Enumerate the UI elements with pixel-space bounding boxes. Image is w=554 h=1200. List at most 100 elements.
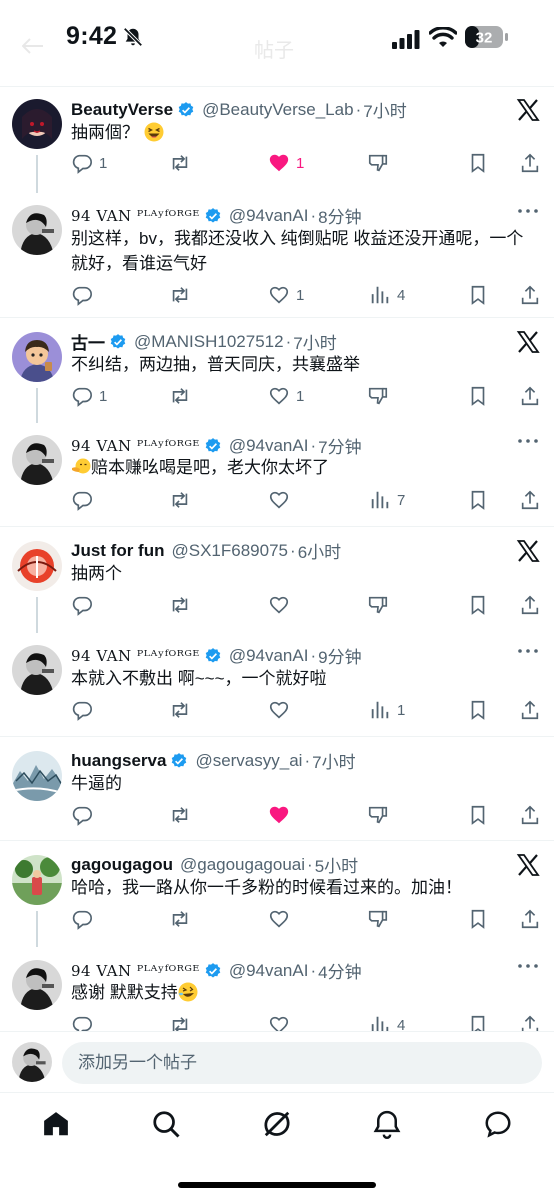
reply-button[interactable]: 1 [71,150,107,176]
reply-item[interactable]: Just for fun @SX1F689075 · 6小时 抽两个 [0,527,554,633]
reply-button[interactable] [71,906,99,932]
more-icon[interactable] [516,207,540,215]
dislike-button[interactable] [367,383,389,409]
views-button[interactable]: 4 [369,282,405,308]
display-name[interactable]: 94 VAN ᴾᴸᴬʸᶠᴼᴿᴳᴱ [71,647,200,665]
bookmark-button[interactable] [467,150,489,176]
bookmark-button[interactable] [467,697,489,723]
bookmark-button[interactable] [467,906,489,932]
reply-item[interactable]: 94 VAN ᴾᴸᴬʸᶠᴼᴿᴳᴱ @94vanAI · 9分钟 本就入不敷出 啊~~… [0,631,554,736]
handle[interactable]: @MANISH1027512 [134,332,284,352]
retweet-button[interactable] [169,906,197,932]
display-name[interactable]: 94 VAN ᴾᴸᴬʸᶠᴼᴿᴳᴱ [71,962,200,980]
share-button[interactable] [519,150,541,176]
retweet-button[interactable] [169,487,197,513]
like-button[interactable] [268,1012,296,1031]
like-button[interactable]: 1 [268,150,304,176]
reply-item[interactable]: 94 VAN ᴾᴸᴬʸᶠᴼᴿᴳᴱ @94vanAI · 7分钟 赔本赚吆喝是吧，老大… [0,421,554,526]
display-name[interactable]: BeautyVerse [71,100,173,120]
avatar[interactable] [12,855,62,905]
timestamp[interactable]: 5小时 [315,852,358,877]
my-avatar[interactable] [12,1042,52,1082]
timestamp[interactable]: 7小时 [363,97,406,122]
retweet-button[interactable] [169,592,197,618]
timestamp[interactable]: 6小时 [298,538,341,563]
more-icon[interactable] [516,962,540,970]
share-button[interactable] [519,1012,541,1031]
reply-item[interactable]: 94 VAN ᴾᴸᴬʸᶠᴼᴿᴳᴱ @94vanAI · 8分钟 别这样，bv，我都还… [0,191,554,317]
more-icon[interactable] [516,437,540,445]
back-arrow-icon[interactable] [22,38,44,54]
views-button[interactable]: 1 [369,697,405,723]
share-button[interactable] [519,282,541,308]
search-icon[interactable] [151,1109,181,1139]
dislike-button[interactable] [367,906,389,932]
handle[interactable]: @BeautyVerse_Lab [202,100,353,120]
retweet-button[interactable] [169,150,197,176]
grok-icon[interactable] [262,1109,292,1139]
reply-item[interactable]: 古一 @MANISH1027512 · 7小时 不纠结，两边抽，普天同庆，共襄盛举 … [0,318,554,423]
reply-button[interactable] [71,592,99,618]
dislike-button[interactable] [367,150,389,176]
bookmark-button[interactable] [467,383,489,409]
timestamp[interactable]: 8分钟 [318,203,361,228]
avatar[interactable] [12,645,62,695]
avatar[interactable] [12,205,62,255]
like-button[interactable] [268,487,296,513]
like-button[interactable] [268,697,296,723]
display-name[interactable]: gagougagou [71,855,173,875]
retweet-button[interactable] [169,282,197,308]
share-button[interactable] [519,592,541,618]
like-button[interactable] [268,906,296,932]
like-button[interactable]: 1 [268,383,304,409]
reply-button[interactable] [71,697,99,723]
avatar[interactable] [12,435,62,485]
reply-button[interactable] [71,1012,99,1031]
share-button[interactable] [519,383,541,409]
handle[interactable]: @servasyy_ai [195,751,302,771]
bookmark-button[interactable] [467,592,489,618]
reply-button[interactable] [71,282,99,308]
reply-item[interactable]: BeautyVerse @BeautyVerse_Lab · 7小时 抽兩個？ 1 … [0,87,554,193]
timestamp[interactable]: 7小时 [293,329,336,354]
avatar[interactable] [12,751,62,801]
retweet-button[interactable] [169,1012,197,1031]
notifications-icon[interactable] [372,1109,402,1139]
display-name[interactable]: Just for fun [71,541,165,561]
views-button[interactable]: 7 [369,487,405,513]
display-name[interactable]: huangserva [71,751,166,771]
views-button[interactable]: 4 [369,1012,405,1031]
handle[interactable]: @94vanAI [229,961,309,981]
reply-item[interactable]: 94 VAN ᴾᴸᴬʸᶠᴼᴿᴳᴱ @94vanAI · 4分钟 感谢 默默支持 4 [0,946,554,1031]
avatar[interactable] [12,541,62,591]
bookmark-button[interactable] [467,282,489,308]
reply-item[interactable]: huangserva @servasyy_ai · 7小时 牛逼的 [0,737,554,840]
handle[interactable]: @SX1F689075 [172,541,289,561]
avatar[interactable] [12,332,62,382]
handle[interactable]: @94vanAI [229,436,309,456]
retweet-button[interactable] [169,383,197,409]
display-name[interactable]: 古一 [71,329,105,354]
like-button[interactable] [268,802,296,828]
avatar[interactable] [12,960,62,1010]
share-button[interactable] [519,802,541,828]
avatar[interactable] [12,99,62,149]
share-button[interactable] [519,487,541,513]
handle[interactable]: @gagougagouai [180,855,305,875]
replies-feed[interactable]: BeautyVerse @BeautyVerse_Lab · 7小时 抽兩個？ 1 … [0,87,554,1031]
more-icon[interactable] [516,647,540,655]
compose-input[interactable] [62,1042,542,1084]
display-name[interactable]: 94 VAN ᴾᴸᴬʸᶠᴼᴿᴳᴱ [71,437,200,455]
share-button[interactable] [519,906,541,932]
share-button[interactable] [519,697,541,723]
dislike-button[interactable] [367,592,389,618]
retweet-button[interactable] [169,697,197,723]
reply-button[interactable]: 1 [71,383,107,409]
reply-button[interactable] [71,802,99,828]
like-button[interactable]: 1 [268,282,304,308]
bookmark-button[interactable] [467,1012,489,1031]
dislike-button[interactable] [367,802,389,828]
retweet-button[interactable] [169,802,197,828]
display-name[interactable]: 94 VAN ᴾᴸᴬʸᶠᴼᴿᴳᴱ [71,207,200,225]
bookmark-button[interactable] [467,487,489,513]
